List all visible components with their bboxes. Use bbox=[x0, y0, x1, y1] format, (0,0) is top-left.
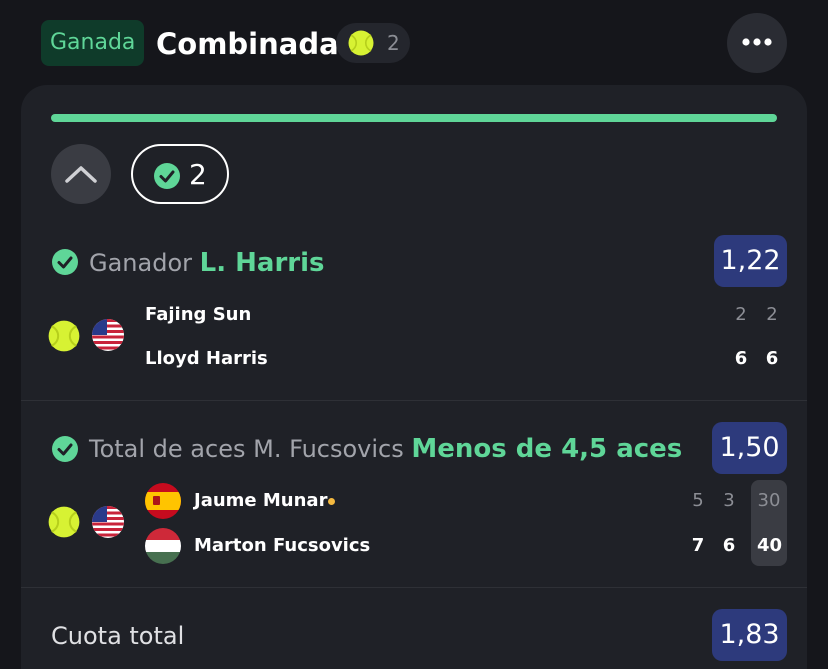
set-score: 7 bbox=[691, 535, 705, 556]
divider bbox=[21, 400, 807, 401]
game-points: 30 bbox=[757, 490, 781, 511]
set-score: 2 bbox=[766, 304, 778, 325]
selection-2-odds[interactable]: 1,50 bbox=[712, 422, 787, 474]
divider bbox=[21, 587, 807, 588]
selection-1-odds[interactable]: 1,22 bbox=[714, 235, 787, 287]
bet-card: 2 Ganador L. Harris 1,22 Fajing Sun Lloy… bbox=[21, 85, 807, 669]
won-selections-pill[interactable]: 2 bbox=[131, 144, 229, 204]
selection-2-text: Total de aces M. Fucsovics Menos de 4,5 … bbox=[89, 433, 682, 465]
serving-indicator bbox=[328, 498, 335, 505]
set-score: 6 bbox=[722, 535, 736, 556]
player-name: Marton Fucsovics bbox=[194, 535, 371, 556]
sport-count: 2 bbox=[387, 31, 400, 55]
player-name: Jaume Munar bbox=[194, 490, 328, 511]
won-count: 2 bbox=[189, 158, 207, 191]
status-badge: Ganada bbox=[41, 20, 145, 66]
es-flag-icon bbox=[145, 483, 181, 519]
check-circle-icon bbox=[52, 436, 78, 462]
us-flag-icon bbox=[92, 319, 124, 351]
page-title: Combinada bbox=[156, 27, 339, 61]
check-circle-icon bbox=[52, 249, 78, 275]
selection-market: Ganador bbox=[89, 249, 193, 277]
selection-pick: Menos de 4,5 aces bbox=[411, 434, 683, 464]
bet-header: Ganada Combinada 2 bbox=[0, 0, 828, 86]
selection-pick: L. Harris bbox=[199, 248, 325, 278]
tennis-ball-icon bbox=[48, 506, 80, 538]
sport-count-pill: 2 bbox=[336, 23, 410, 63]
set-score: 2 bbox=[735, 304, 747, 325]
tennis-ball-icon bbox=[348, 30, 374, 56]
set-score: 5 bbox=[692, 490, 704, 511]
collapse-button[interactable] bbox=[51, 144, 111, 204]
total-odds-label: Cuota total bbox=[51, 622, 185, 650]
player-name: Fajing Sun bbox=[145, 304, 252, 325]
set-score: 6 bbox=[734, 348, 748, 369]
selection-1-text: Ganador L. Harris bbox=[89, 247, 325, 279]
set-score: 6 bbox=[765, 348, 779, 369]
chevron-up-icon bbox=[65, 166, 97, 183]
check-circle-icon bbox=[154, 163, 180, 189]
set-score: 3 bbox=[723, 490, 735, 511]
player-name: Lloyd Harris bbox=[145, 348, 268, 369]
progress-bar bbox=[51, 114, 777, 122]
hu-flag-icon bbox=[145, 528, 181, 564]
tennis-ball-icon bbox=[48, 320, 80, 352]
more-horizontal-icon bbox=[742, 38, 772, 46]
us-flag-icon bbox=[92, 506, 124, 538]
game-points: 40 bbox=[757, 535, 783, 556]
total-odds-value: 1,83 bbox=[712, 609, 787, 661]
more-options-button[interactable] bbox=[727, 13, 787, 73]
selection-market: Total de aces M. Fucsovics bbox=[89, 435, 404, 463]
